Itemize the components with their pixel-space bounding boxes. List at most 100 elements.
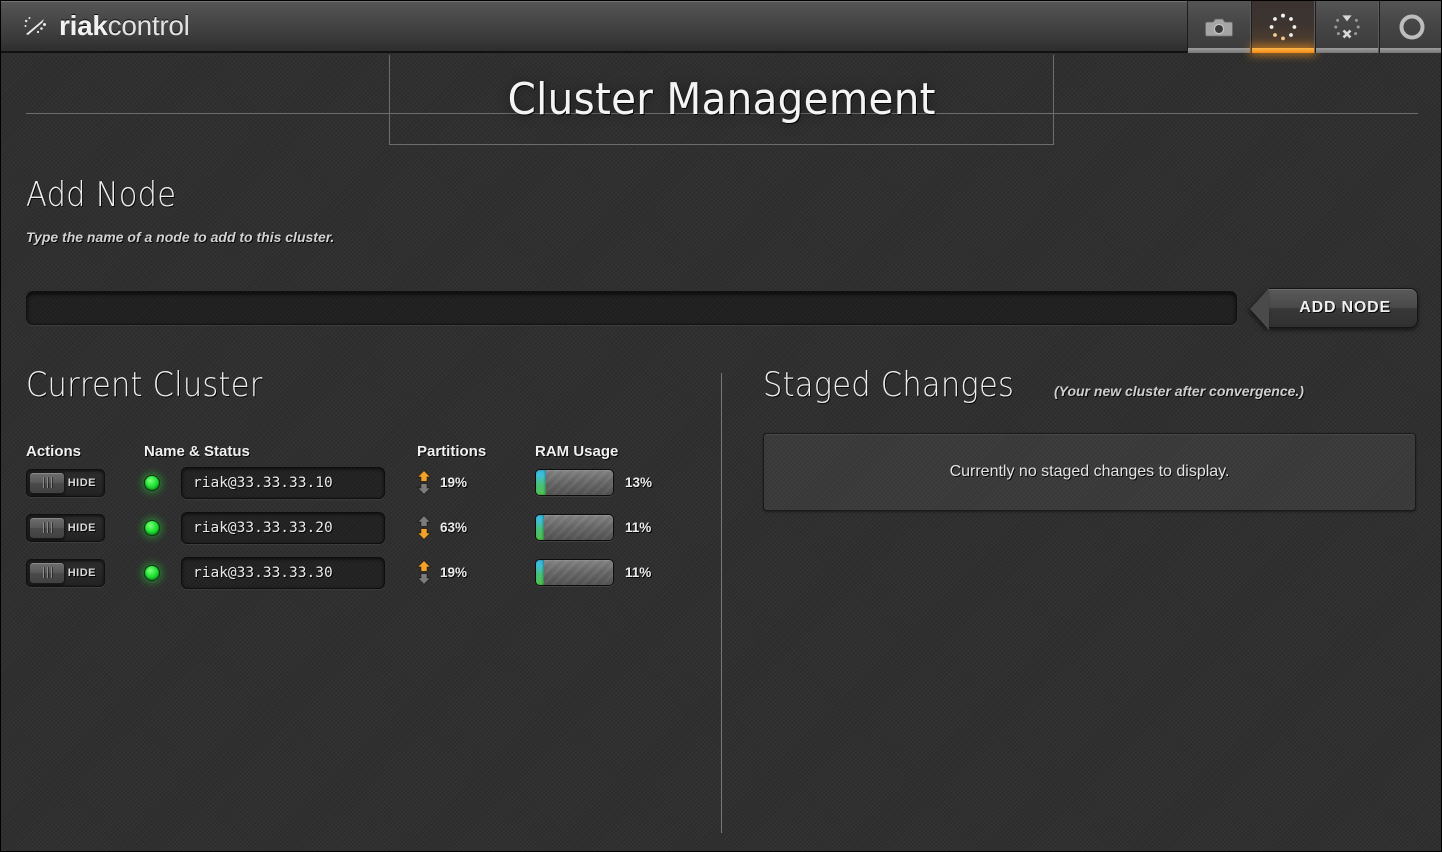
brand[interactable]: riakcontrol <box>23 12 190 40</box>
riak-spark-logo-icon <box>23 13 49 39</box>
ram-usage-bar <box>535 469 614 496</box>
node-name-field[interactable]: riak@33.33.33.20 <box>181 512 385 544</box>
partition-arrows <box>417 515 431 540</box>
ram-usage-fill <box>536 470 546 495</box>
hide-node-label: HIDE <box>68 477 96 489</box>
row-ram-cell: 11% <box>535 559 675 586</box>
row-name-status-cell: riak@33.33.33.20 <box>144 512 417 544</box>
ram-usage-percent: 11% <box>625 565 651 580</box>
add-node-form: ADD NODE <box>26 283 1418 333</box>
partitions-indicator: 19% <box>417 560 535 585</box>
arrow-up-icon <box>417 470 431 482</box>
ring-of-dots-icon <box>1268 12 1298 42</box>
status-led-icon <box>144 565 160 581</box>
page-body: Cluster Management Add Node Type the nam… <box>1 53 1442 851</box>
title-box: Cluster Management <box>389 55 1054 145</box>
staged-changes-empty-message: Currently no staged changes to display. <box>763 433 1416 511</box>
node-status-cell <box>144 565 181 581</box>
current-cluster-heading: Current Cluster <box>26 365 629 405</box>
partition-arrows <box>417 470 431 495</box>
row-actions-cell: HIDE <box>26 514 144 542</box>
ram-indicator: 11% <box>535 514 675 541</box>
brand-text: riakcontrol <box>59 12 190 40</box>
ram-indicator: 11% <box>535 559 675 586</box>
cluster-table-header: Actions Name & Status Partitions RAM Usa… <box>26 443 696 460</box>
ram-indicator: 13% <box>535 469 675 496</box>
ram-usage-bar <box>535 559 614 586</box>
row-ram-cell: 11% <box>535 514 675 541</box>
staged-changes-section: Staged Changes (Your new cluster after c… <box>763 365 1418 511</box>
partitions-percent: 63% <box>440 520 467 535</box>
brand-light: control <box>108 10 190 41</box>
camera-icon <box>1205 16 1233 38</box>
row-name-status-cell: riak@33.33.33.30 <box>144 557 417 589</box>
hide-node-toggle[interactable]: HIDE <box>26 514 105 542</box>
table-row: HIDE riak@33.33.33.10 19% 13% <box>26 460 696 505</box>
node-name-field[interactable]: riak@33.33.33.30 <box>181 557 385 589</box>
node-name-field[interactable]: riak@33.33.33.10 <box>181 467 385 499</box>
partitions-indicator: 19% <box>417 470 535 495</box>
arrow-down-icon <box>417 483 431 495</box>
column-header-ram-usage: RAM Usage <box>535 443 675 460</box>
staged-changes-header: Staged Changes (Your new cluster after c… <box>763 365 1418 405</box>
brand-bold: riak <box>59 10 108 41</box>
row-actions-cell: HIDE <box>26 559 144 587</box>
app-header: riakcontrol <box>1 1 1442 53</box>
hide-node-toggle[interactable]: HIDE <box>26 469 105 497</box>
row-partitions-cell: 19% <box>417 470 535 495</box>
cluster-table-body: HIDE riak@33.33.33.10 19% 13% HIDE riak@33.33… <box>26 460 696 595</box>
add-node-heading: Add Node <box>26 175 1279 215</box>
column-header-actions: Actions <box>26 443 144 460</box>
staged-changes-heading: Staged Changes <box>763 365 1014 405</box>
nav-cluster-button[interactable] <box>1251 1 1315 53</box>
riak-control-app: riakcontrol <box>0 0 1442 852</box>
ram-usage-bar <box>535 514 614 541</box>
partition-arrows <box>417 560 431 585</box>
node-status-cell <box>144 520 181 536</box>
status-led-icon <box>144 475 160 491</box>
table-row: HIDE riak@33.33.33.30 19% 11% <box>26 550 696 595</box>
arrow-down-icon <box>417 573 431 585</box>
row-partitions-cell: 63% <box>417 515 535 540</box>
row-name-status-cell: riak@33.33.33.10 <box>144 467 417 499</box>
arrow-up-icon <box>417 560 431 572</box>
row-actions-cell: HIDE <box>26 469 144 497</box>
nav-ring-button[interactable] <box>1379 1 1442 53</box>
partitions-percent: 19% <box>440 475 467 490</box>
hide-node-label: HIDE <box>68 567 96 579</box>
row-ram-cell: 13% <box>535 469 675 496</box>
ring-with-x-icon <box>1332 12 1362 42</box>
page-title-area: Cluster Management <box>26 55 1418 145</box>
circle-ring-icon <box>1397 12 1427 42</box>
hide-node-toggle[interactable]: HIDE <box>26 559 105 587</box>
page-title: Cluster Management <box>507 74 935 125</box>
partitions-percent: 19% <box>440 565 467 580</box>
partitions-indicator: 63% <box>417 515 535 540</box>
arrow-up-icon <box>417 515 431 527</box>
column-header-partitions: Partitions <box>417 443 535 460</box>
status-led-icon <box>144 520 160 536</box>
row-partitions-cell: 19% <box>417 560 535 585</box>
nav-snapshot-button[interactable] <box>1187 1 1251 53</box>
toggle-handle[interactable] <box>29 472 65 494</box>
column-header-name-status: Name & Status <box>144 443 417 460</box>
hide-node-label: HIDE <box>68 522 96 534</box>
nav-nodes-button[interactable] <box>1315 1 1379 53</box>
toggle-handle[interactable] <box>29 517 65 539</box>
arrow-down-icon <box>417 528 431 540</box>
column-divider <box>721 373 722 833</box>
staged-changes-note: (Your new cluster after convergence.) <box>1054 383 1304 399</box>
toggle-handle[interactable] <box>29 562 65 584</box>
ram-usage-percent: 11% <box>625 520 651 535</box>
ram-usage-percent: 13% <box>625 475 652 490</box>
ram-usage-fill <box>536 515 544 540</box>
ram-usage-fill <box>536 560 544 585</box>
add-node-description: Type the name of a node to add to this c… <box>26 229 1418 245</box>
add-node-button[interactable]: ADD NODE <box>1269 288 1418 328</box>
add-node-input[interactable] <box>26 291 1237 325</box>
table-row: HIDE riak@33.33.33.20 63% 11% <box>26 505 696 550</box>
add-node-section: Add Node Type the name of a node to add … <box>26 175 1418 245</box>
current-cluster-section: Current Cluster Actions Name & Status Pa… <box>26 365 696 595</box>
node-status-cell <box>144 475 181 491</box>
main-nav <box>1187 1 1442 53</box>
